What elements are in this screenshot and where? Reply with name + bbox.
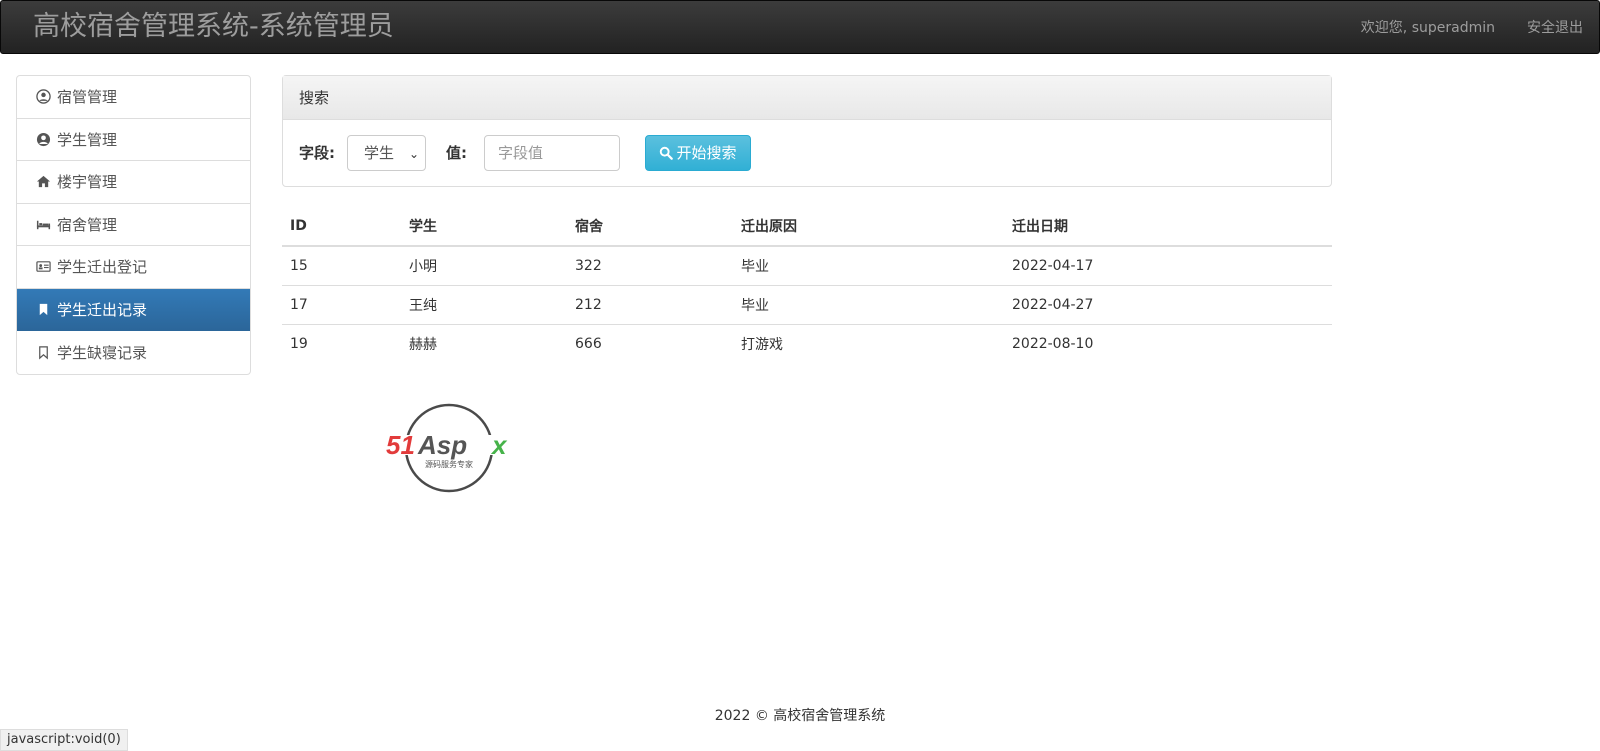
welcome-user-link[interactable]: 欢迎您, superadmin [1361, 18, 1495, 38]
table-row: 19 赫赫 666 打游戏 2022-08-10 [282, 324, 1332, 363]
app-title[interactable]: 高校宿舍管理系统-系统管理员 [33, 10, 394, 44]
sidebar-item-dorms[interactable]: 宿舍管理 [17, 204, 250, 246]
user-circle-filled-icon [35, 131, 51, 147]
svg-text:Asp: Asp [417, 430, 467, 460]
sidebar-item-label: 学生迁出记录 [57, 300, 148, 319]
sidebar-item-dorm-manager[interactable]: 宿管管理 [17, 76, 250, 119]
column-header-reason: 迁出原因 [733, 207, 1004, 247]
svg-text:51: 51 [386, 430, 415, 460]
search-button-label: 开始搜索 [676, 144, 737, 162]
chevron-down-icon: ⌄ [408, 147, 419, 161]
user-circle-icon [35, 89, 51, 105]
sidebar-item-label: 学生迁出登记 [57, 258, 148, 277]
field-label: 字段: [299, 144, 335, 162]
cell-dorm: 212 [567, 285, 733, 325]
logout-link[interactable]: 安全退出 [1527, 18, 1583, 38]
sidebar-item-checkout-records[interactable]: 学生迁出记录 [17, 288, 250, 331]
bookmark-filled-icon [35, 301, 51, 317]
top-navbar: 高校宿舍管理系统-系统管理员 欢迎您, superadmin 安全退出 [0, 0, 1600, 54]
cell-dorm: 322 [567, 246, 733, 286]
id-card-icon [35, 259, 51, 275]
sidebar-item-checkout-register[interactable]: 学生迁出登记 [17, 246, 250, 289]
cell-reason: 毕业 [733, 285, 1004, 325]
column-header-student: 学生 [401, 207, 567, 247]
search-panel: 搜索 字段: 学生 ⌄ 值: 字段值 开始搜索 [282, 75, 1332, 187]
value-label: 值: [446, 144, 467, 162]
sidebar-item-label: 学生缺寝记录 [57, 343, 148, 362]
sidebar-item-label: 宿管管理 [57, 88, 118, 107]
user-menu: 欢迎您, superadmin 安全退出 [1361, 18, 1583, 38]
sidebar-item-students[interactable]: 学生管理 [17, 119, 250, 161]
cell-id: 19 [290, 335, 308, 352]
sidebar-item-label: 学生管理 [57, 130, 118, 149]
sidebar-item-label: 宿舍管理 [57, 215, 118, 234]
search-panel-title: 搜索 [283, 76, 1331, 120]
column-header-dorm: 宿舍 [567, 207, 733, 247]
cell-date: 2022-04-17 [1004, 246, 1332, 286]
cell-student: 小明 [401, 246, 567, 286]
browser-status-bar: javascript:void(0) [0, 729, 128, 751]
cell-reason: 打游戏 [741, 336, 783, 353]
cell-id: 17 [282, 285, 401, 325]
cell-student: 赫赫 [409, 336, 437, 353]
search-button[interactable]: 开始搜索 [645, 135, 751, 171]
cell-date: 2022-08-10 [1012, 335, 1094, 352]
footer: 2022 © 高校宿舍管理系统 [714, 708, 886, 724]
cell-reason: 毕业 [733, 246, 1004, 286]
cell-student: 王纯 [401, 285, 567, 325]
search-icon [659, 144, 676, 162]
search-form: 字段: 学生 ⌄ 值: 字段值 开始搜索 [283, 120, 1331, 187]
field-select[interactable]: 学生 ⌄ [347, 135, 426, 171]
sidebar: 宿管管理 学生管理 楼宇管理 宿舍管理 学生迁出登记 学生迁出记录 学生缺寝记录 [16, 75, 251, 375]
sidebar-item-buildings[interactable]: 楼宇管理 [17, 161, 250, 204]
cell-date: 2022-04-27 [1004, 285, 1332, 325]
bed-icon [35, 216, 51, 232]
51aspx-logo: 51 Asp x 源码服务专家 [386, 403, 516, 493]
cell-dorm: 666 [575, 335, 602, 352]
checkout-records-table: ID 学生 宿舍 迁出原因 迁出日期 15 小明 322 毕业 2022-04-… [282, 207, 1332, 363]
svg-text:源码服务专家: 源码服务专家 [425, 459, 473, 469]
column-header-id: ID [282, 207, 401, 247]
cell-id: 15 [282, 246, 401, 286]
field-select-value: 学生 [364, 144, 395, 162]
table-row: 15 小明 322 毕业 2022-04-17 [282, 246, 1332, 286]
table-header-row: ID 学生 宿舍 迁出原因 迁出日期 [282, 207, 1332, 247]
bookmark-outline-icon [35, 344, 51, 360]
sidebar-item-label: 楼宇管理 [57, 173, 118, 192]
table-row: 17 王纯 212 毕业 2022-04-27 [282, 285, 1332, 325]
column-header-date: 迁出日期 [1004, 207, 1332, 247]
sidebar-item-absence-records[interactable]: 学生缺寝记录 [17, 331, 250, 374]
home-icon [35, 174, 51, 190]
value-input[interactable]: 字段值 [484, 135, 620, 171]
svg-text:x: x [490, 430, 508, 460]
